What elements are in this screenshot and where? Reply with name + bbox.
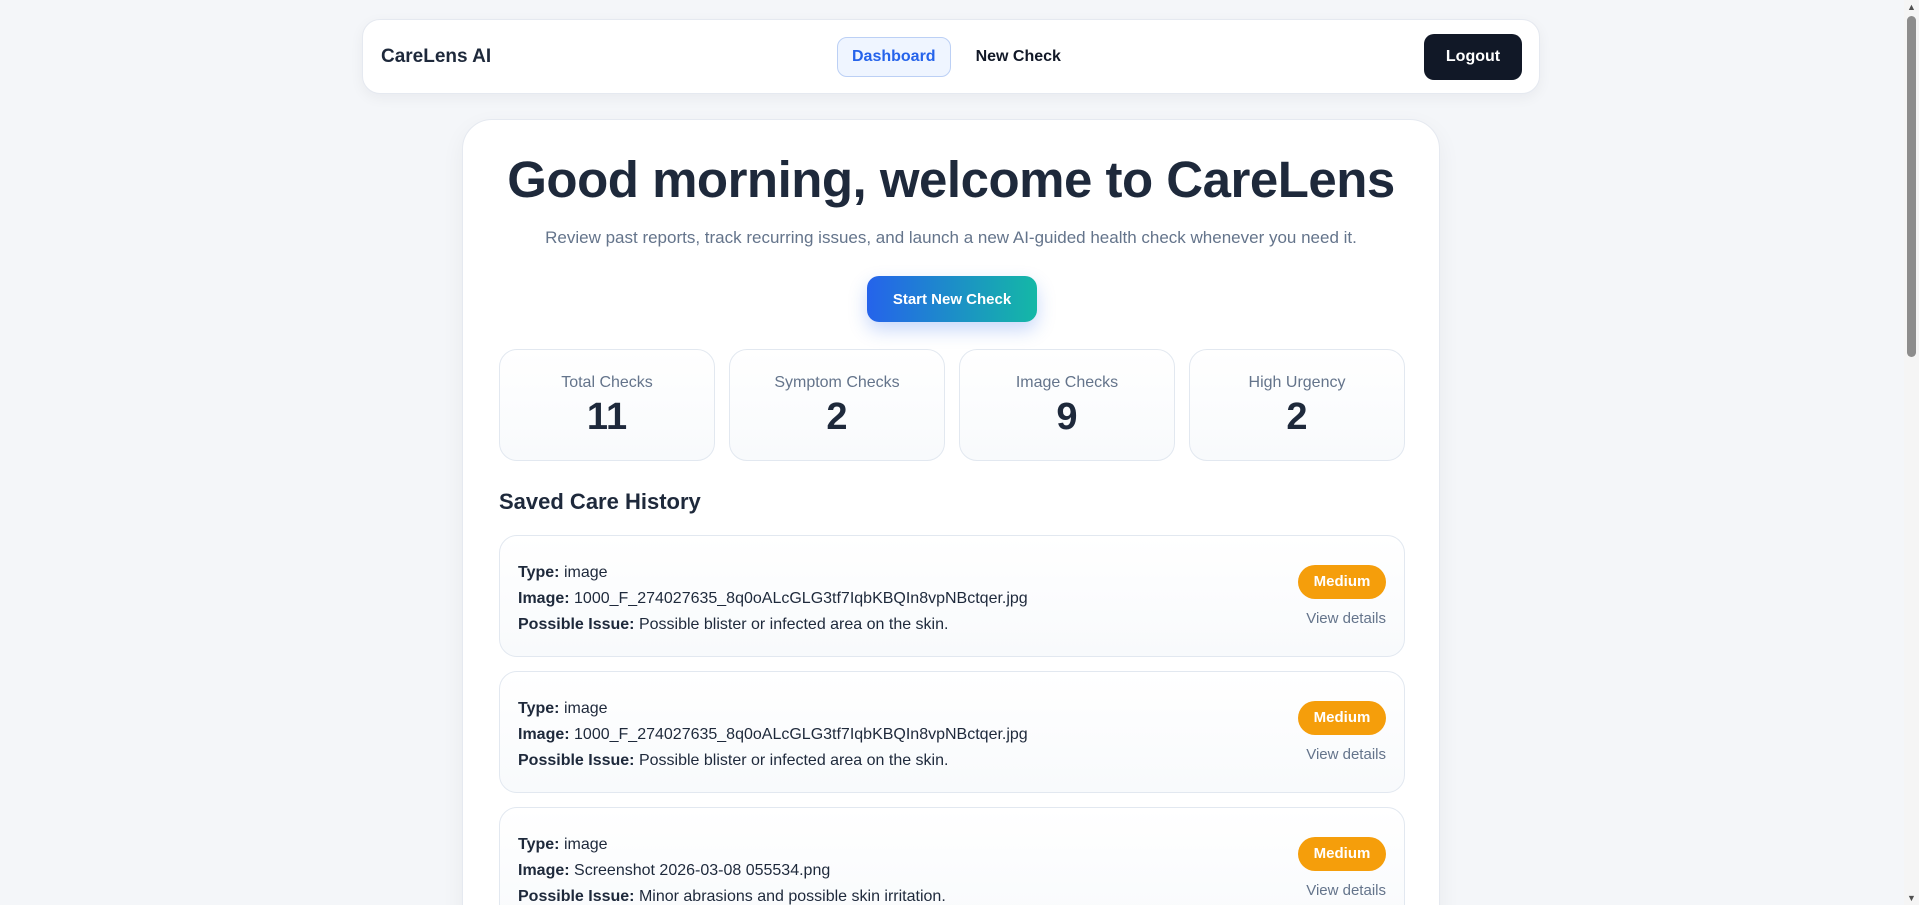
type-label: Type: — [518, 700, 560, 717]
scroll-up-arrow-icon[interactable]: ▲ — [1904, 0, 1919, 14]
history-type-line: Type: image — [518, 696, 1028, 722]
urgency-badge: Medium — [1298, 701, 1386, 735]
history-type-line: Type: image — [518, 560, 1028, 586]
type-value: image — [563, 836, 608, 853]
history-item[interactable]: Type: image Image: Screenshot 2026-03-08… — [499, 807, 1405, 905]
type-label: Type: — [518, 836, 560, 853]
stat-label: Image Checks — [1015, 374, 1119, 391]
page-subtitle: Review past reports, track recurring iss… — [545, 228, 1357, 247]
history-image-line: Image: 1000_F_274027635_8q0oALcGLG3tf7Iq… — [518, 722, 1028, 748]
image-value: 1000_F_274027635_8q0oALcGLG3tf7IqbKBQIn8… — [574, 726, 1028, 743]
stats-row: Total Checks 11 Symptom Checks 2 Image C… — [499, 349, 1405, 461]
stat-label: Symptom Checks — [774, 374, 900, 391]
stat-label: Total Checks — [561, 374, 653, 391]
type-value: image — [563, 700, 608, 717]
view-details-link[interactable]: View details — [1306, 746, 1386, 763]
stat-card-image: Image Checks 9 — [959, 349, 1175, 461]
history-item-details: Type: image Image: Screenshot 2026-03-08… — [518, 832, 946, 905]
stat-value: 11 — [586, 396, 628, 438]
stat-card-high-urgency: High Urgency 2 — [1189, 349, 1405, 461]
history-item-details: Type: image Image: 1000_F_274027635_8q0o… — [518, 696, 1028, 774]
stat-card-symptom: Symptom Checks 2 — [729, 349, 945, 461]
top-navbar: CareLens AI Dashboard New Check Logout — [362, 19, 1540, 94]
type-value: image — [563, 564, 608, 581]
nav-dashboard-link[interactable]: Dashboard — [837, 37, 951, 77]
urgency-badge: Medium — [1298, 565, 1386, 599]
history-list: Type: image Image: 1000_F_274027635_8q0o… — [499, 535, 1405, 905]
issue-value: Possible blister or infected area on the… — [638, 616, 949, 633]
start-new-check-button[interactable]: Start New Check — [867, 276, 1037, 322]
issue-label: Possible Issue: — [518, 888, 635, 905]
stat-label: High Urgency — [1248, 374, 1346, 391]
nav-links: Dashboard New Check — [837, 37, 1076, 77]
issue-value: Possible blister or infected area on the… — [638, 752, 949, 769]
view-details-link[interactable]: View details — [1306, 610, 1386, 627]
nav-new-check-link[interactable]: New Check — [961, 37, 1076, 77]
history-image-line: Image: Screenshot 2026-03-08 055534.png — [518, 858, 946, 884]
image-value: Screenshot 2026-03-08 055534.png — [574, 862, 831, 879]
history-issue-line: Possible Issue: Possible blister or infe… — [518, 612, 1028, 638]
view-details-link[interactable]: View details — [1306, 882, 1386, 899]
history-issue-line: Possible Issue: Minor abrasions and poss… — [518, 884, 946, 905]
image-label: Image: — [518, 862, 570, 879]
stat-value: 9 — [1056, 396, 1078, 438]
type-label: Type: — [518, 564, 560, 581]
brand-logo[interactable]: CareLens AI — [381, 20, 491, 93]
page-scrollbar[interactable]: ▲ ▼ — [1904, 0, 1919, 905]
image-value: 1000_F_274027635_8q0oALcGLG3tf7IqbKBQIn8… — [574, 590, 1028, 607]
dashboard-card: Good morning, welcome to CareLens Review… — [462, 119, 1440, 905]
stat-value: 2 — [826, 396, 848, 438]
scrollbar-thumb[interactable] — [1907, 16, 1916, 357]
history-type-line: Type: image — [518, 832, 946, 858]
stat-value: 2 — [1286, 396, 1308, 438]
logout-button[interactable]: Logout — [1424, 34, 1522, 80]
issue-label: Possible Issue: — [518, 616, 635, 633]
image-label: Image: — [518, 726, 570, 743]
issue-value: Minor abrasions and possible skin irrita… — [638, 888, 946, 905]
page-title: Good morning, welcome to CareLens — [507, 151, 1395, 208]
history-issue-line: Possible Issue: Possible blister or infe… — [518, 748, 1028, 774]
issue-label: Possible Issue: — [518, 752, 635, 769]
image-label: Image: — [518, 590, 570, 607]
stat-card-total: Total Checks 11 — [499, 349, 715, 461]
history-item[interactable]: Type: image Image: 1000_F_274027635_8q0o… — [499, 671, 1405, 793]
history-section-title: Saved Care History — [499, 489, 701, 514]
scroll-down-arrow-icon[interactable]: ▼ — [1904, 891, 1919, 905]
history-image-line: Image: 1000_F_274027635_8q0oALcGLG3tf7Iq… — [518, 586, 1028, 612]
history-item-details: Type: image Image: 1000_F_274027635_8q0o… — [518, 560, 1028, 638]
history-item[interactable]: Type: image Image: 1000_F_274027635_8q0o… — [499, 535, 1405, 657]
urgency-badge: Medium — [1298, 837, 1386, 871]
page: CareLens AI Dashboard New Check Logout G… — [0, 0, 1919, 905]
